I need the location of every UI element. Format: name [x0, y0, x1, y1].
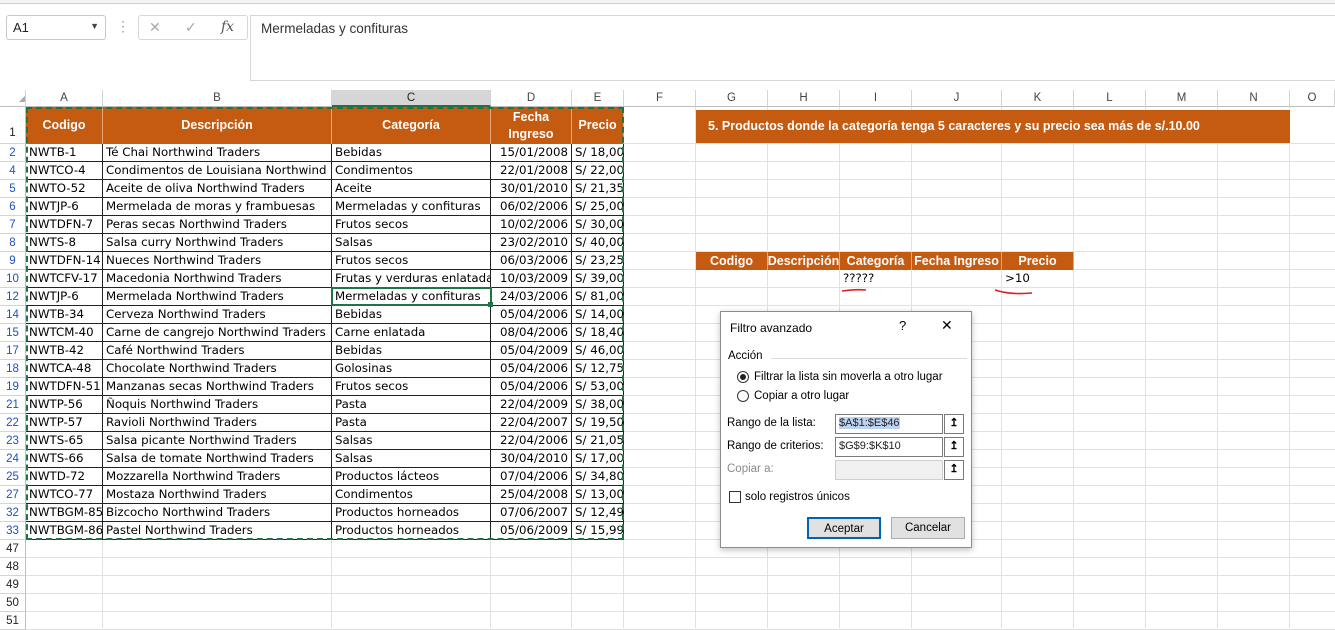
criteria-header-4[interactable]: Precio	[1002, 252, 1074, 270]
row-header-49[interactable]: 49	[0, 576, 26, 594]
dialog-title: Filtro avanzado	[730, 321, 813, 335]
row-header-9[interactable]: 9	[0, 252, 26, 270]
collapse-list-range-icon[interactable]: ↥	[944, 414, 964, 434]
row-header-27[interactable]: 27	[0, 486, 26, 504]
gridline-vertical	[1001, 107, 1002, 628]
close-icon[interactable]: ✕	[941, 317, 953, 334]
column-header-F[interactable]: F	[624, 90, 696, 107]
formula-bar-grip-icon: ⋮	[116, 18, 130, 34]
criteria-header-2[interactable]: Categoría	[840, 252, 912, 270]
help-icon[interactable]: ?	[899, 318, 906, 333]
row-header-33[interactable]: 33	[0, 522, 26, 540]
formula-input[interactable]: Mermeladas y confituras	[250, 15, 1335, 81]
enter-icon[interactable]: ✓	[185, 19, 197, 36]
column-header-G[interactable]: G	[696, 90, 768, 107]
copy-to-input[interactable]	[835, 460, 943, 480]
cancel-icon[interactable]: ✕	[149, 19, 161, 36]
column-header-I[interactable]: I	[840, 90, 912, 107]
unique-records-checkbox[interactable]	[729, 491, 741, 503]
copy-marquee	[26, 107, 624, 540]
gridline-vertical	[1073, 107, 1074, 628]
list-range-value: $A$1:$E$46	[839, 417, 900, 429]
copy-to-label: Copiar a:	[727, 463, 774, 475]
worksheet-grid[interactable]: ◢ A B C D E F G H I J K L M N O 1 2 4 5 6 7 8 9 10 12 14 15 17 18 19 21…	[0, 90, 1335, 630]
criteria-categoria[interactable]: ?????	[840, 270, 912, 288]
row-header-24[interactable]: 24	[0, 450, 26, 468]
row-header-1[interactable]: 1	[0, 107, 26, 144]
column-header-O[interactable]: O	[1290, 90, 1335, 107]
column-header-E[interactable]: E	[572, 90, 624, 107]
criteria-header-1[interactable]: Descripción	[768, 252, 840, 270]
name-box-value: A1	[13, 20, 29, 35]
row-header-17[interactable]: 17	[0, 342, 26, 360]
collapse-copy-to-icon[interactable]: ↥	[944, 460, 964, 480]
gridline-horizontal	[26, 575, 1335, 576]
column-header-M[interactable]: M	[1146, 90, 1218, 107]
radio-filter-label[interactable]: Filtrar la lista sin moverla a otro luga…	[754, 371, 943, 383]
row-header-7[interactable]: 7	[0, 216, 26, 234]
task-banner: 5. Productos donde la categoría tenga 5 …	[696, 110, 1290, 143]
action-section-label: Acción	[728, 350, 763, 362]
underline-stroke-categoria	[841, 288, 867, 292]
row-header-51[interactable]: 51	[0, 612, 26, 630]
chevron-down-icon[interactable]: ▼	[90, 21, 99, 31]
criteria-header-0[interactable]: Codigo	[696, 252, 768, 270]
radio-filter-in-place[interactable]	[737, 371, 749, 383]
row-header-50[interactable]: 50	[0, 594, 26, 612]
list-range-label: Rango de la lista:	[727, 417, 816, 429]
column-header-B[interactable]: B	[103, 90, 332, 107]
formula-buttons: ✕ ✓ fx	[138, 15, 248, 40]
gridline-vertical	[695, 107, 696, 628]
criteria-range-label: Rango de criterios:	[727, 440, 824, 452]
list-range-input[interactable]: $A$1:$E$46	[835, 414, 943, 434]
row-header-6[interactable]: 6	[0, 198, 26, 216]
gridline-vertical	[1145, 107, 1146, 628]
row-header-19[interactable]: 19	[0, 378, 26, 396]
cancel-button[interactable]: Cancelar	[891, 517, 965, 539]
row-header-15[interactable]: 15	[0, 324, 26, 342]
gridline-horizontal	[26, 593, 1335, 594]
radio-dot	[740, 374, 746, 380]
criteria-range-input[interactable]: $G$9:$K$10	[835, 437, 943, 457]
row-header-18[interactable]: 18	[0, 360, 26, 378]
row-header-32[interactable]: 32	[0, 504, 26, 522]
radio-copy-label[interactable]: Copiar a otro lugar	[754, 390, 849, 402]
row-header-48[interactable]: 48	[0, 558, 26, 576]
column-header-N[interactable]: N	[1218, 90, 1290, 107]
name-box[interactable]: A1 ▼	[6, 15, 106, 40]
row-header-23[interactable]: 23	[0, 432, 26, 450]
row-header-10[interactable]: 10	[0, 270, 26, 288]
section-divider	[771, 358, 967, 359]
row-header-21[interactable]: 21	[0, 396, 26, 414]
insert-function-icon[interactable]: fx	[221, 19, 234, 35]
row-header-25[interactable]: 25	[0, 468, 26, 486]
row-header-47[interactable]: 47	[0, 540, 26, 558]
column-header-L[interactable]: L	[1074, 90, 1146, 107]
criteria-precio[interactable]: >10	[1002, 270, 1074, 288]
collapse-criteria-range-icon[interactable]: ↥	[944, 437, 964, 457]
row-header-2[interactable]: 2	[0, 144, 26, 162]
column-header-H[interactable]: H	[768, 90, 840, 107]
advanced-filter-dialog: Filtro avanzado ? ✕ Acción Filtrar la li…	[720, 311, 972, 548]
ok-button[interactable]: Aceptar	[807, 517, 881, 539]
gridline-horizontal	[26, 611, 1335, 612]
column-header-J[interactable]: J	[912, 90, 1002, 107]
column-header-K[interactable]: K	[1002, 90, 1074, 107]
column-header-A[interactable]: A	[26, 90, 103, 107]
column-header-C[interactable]: C	[332, 90, 491, 107]
row-header-14[interactable]: 14	[0, 306, 26, 324]
gridline-horizontal	[26, 557, 1335, 558]
gridline-vertical	[1289, 107, 1290, 628]
column-header-D[interactable]: D	[491, 90, 572, 107]
select-all-corner[interactable]: ◢	[0, 90, 26, 107]
gridline-vertical	[1217, 107, 1218, 628]
criteria-header-3[interactable]: Fecha Ingreso	[912, 252, 1002, 270]
row-header-8[interactable]: 8	[0, 234, 26, 252]
radio-copy-elsewhere[interactable]	[737, 390, 749, 402]
unique-records-label[interactable]: solo registros únicos	[745, 491, 850, 503]
row-header-12[interactable]: 12	[0, 288, 26, 306]
row-header-22[interactable]: 22	[0, 414, 26, 432]
row-header-5[interactable]: 5	[0, 180, 26, 198]
row-header-4[interactable]: 4	[0, 162, 26, 180]
